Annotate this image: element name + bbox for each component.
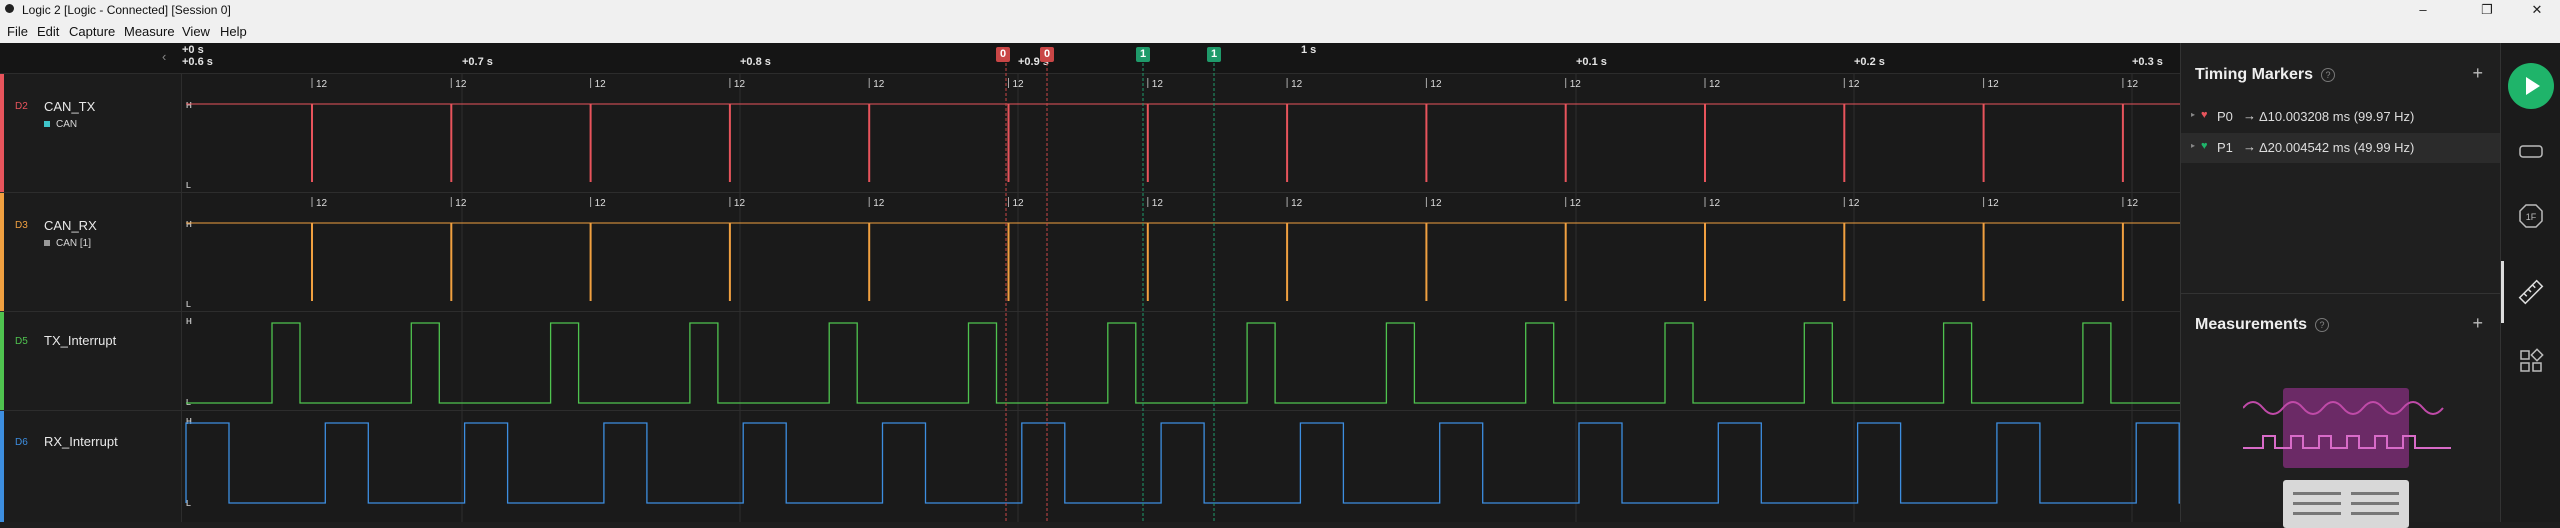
packet-label: 12 [1848, 79, 1860, 90]
packet-label: 12 [2127, 198, 2139, 209]
packet-label: 12 [873, 198, 885, 209]
add-measurement-button[interactable]: + [2472, 313, 2483, 334]
timing-markers-title-text: Timing Markers [2195, 66, 2313, 83]
maximize-button[interactable]: ❐ [2464, 0, 2510, 20]
packet-label: 12 [1709, 79, 1721, 90]
menu-help[interactable]: Help [220, 24, 247, 39]
menu-edit[interactable]: Edit [37, 24, 59, 39]
packet-label: 12 [1848, 198, 1860, 209]
packet-label: 12 [1430, 79, 1442, 90]
packet-label: 12 [1013, 198, 1025, 209]
title-bar: Logic 2 [Logic - Connected] [Session 0] … [0, 0, 2560, 20]
measurements-title-text: Measurements [2195, 316, 2308, 333]
menu-file[interactable]: File [7, 24, 28, 39]
packet-label: 12 [455, 79, 467, 90]
packet-label: 12 [1570, 79, 1582, 90]
marker-heart-icon: ♥ [2201, 140, 2208, 152]
packet-label: 12 [1430, 198, 1442, 209]
marker-name: P0 [2217, 109, 2233, 124]
add-marker-button[interactable]: + [2472, 63, 2483, 84]
marker-name: P1 [2217, 140, 2233, 155]
measurements-title: Measurements? [2195, 316, 2330, 334]
marker-heart-icon: ♥ [2201, 109, 2208, 121]
side-toolbar: 1F [2500, 43, 2560, 522]
window-title: Logic 2 [Logic - Connected] [Session 0] [22, 3, 231, 17]
menu-measure[interactable]: Measure [124, 24, 175, 39]
packet-label: 12 [1291, 79, 1303, 90]
active-tab-indicator [2501, 261, 2504, 323]
packet-label: 12 [1013, 79, 1025, 90]
packet-label: 12 [873, 79, 885, 90]
packet-label: 12 [595, 79, 607, 90]
start-capture-button[interactable] [2508, 63, 2554, 109]
extensions-icon[interactable] [2518, 348, 2544, 374]
menu-capture[interactable]: Capture [69, 24, 115, 39]
packet-label: 12 [455, 198, 467, 209]
right-panel: Timing Markers? + ▸ ♥ P0 → Δ10.003208 ms… [2180, 43, 2501, 528]
packet-label: 12 [2127, 79, 2139, 90]
timing-markers-title: Timing Markers? [2195, 66, 2335, 84]
waveform-area[interactable]: ‹ +0 s +0.6 s +0.7 s +0.8 s +0.9 s +0.1 … [0, 43, 2180, 522]
packet-label: 12 [595, 198, 607, 209]
marker-value: Δ20.004542 ms (49.99 Hz) [2259, 140, 2415, 155]
timing-markers-icon[interactable] [2518, 279, 2544, 305]
packet-label: 12 [1152, 79, 1164, 90]
packet-label: 12 [1570, 198, 1582, 209]
minimize-button[interactable]: – [2400, 0, 2446, 20]
packet-label: 12 [1709, 198, 1721, 209]
panel-divider [2181, 293, 2501, 294]
help-icon[interactable]: ? [2320, 67, 2335, 82]
menu-view[interactable]: View [182, 24, 210, 39]
arrow-right-icon: → [2243, 108, 2256, 123]
packet-label: 12 [1988, 79, 2000, 90]
play-icon [2526, 77, 2540, 95]
svg-text:1F: 1F [2526, 212, 2537, 222]
packet-label: 12 [316, 198, 328, 209]
measurements-illustration [2243, 388, 2451, 528]
packet-label: 12 [1988, 198, 2000, 209]
timing-marker-row[interactable]: ▸ ♥ P1 → Δ20.004542 ms (49.99 Hz) [2181, 133, 2501, 163]
expand-caret-icon[interactable]: ▸ [2191, 141, 2195, 150]
marker-value: Δ10.003208 ms (99.97 Hz) [2259, 109, 2415, 124]
waveform-canvas[interactable]: 12 12 12 12 12 12 12 12 12 12 12 12 12 12 12 12 12 12 12 12… [0, 43, 2180, 522]
device-icon[interactable] [2518, 138, 2544, 164]
timing-marker-row[interactable]: ▸ ♥ P0 → Δ10.003208 ms (99.97 Hz) [2181, 102, 2501, 132]
packet-label: 12 [734, 198, 746, 209]
square-wave-trace [185, 422, 2180, 504]
packet-label: 12 [316, 79, 328, 90]
packet-label: 12 [1152, 198, 1164, 209]
arrow-right-icon: → [2243, 139, 2256, 154]
menu-bar: File Edit Capture Measure View Help [0, 20, 2560, 43]
app-logo-icon [5, 4, 14, 13]
square-wave-trace [186, 322, 2180, 404]
close-button[interactable]: ✕ [2514, 0, 2560, 20]
packet-label: 12 [1291, 198, 1303, 209]
analyzers-icon[interactable]: 1F [2518, 203, 2544, 229]
help-icon[interactable]: ? [2315, 317, 2330, 332]
expand-caret-icon[interactable]: ▸ [2191, 110, 2195, 119]
packet-label: 12 [734, 79, 746, 90]
